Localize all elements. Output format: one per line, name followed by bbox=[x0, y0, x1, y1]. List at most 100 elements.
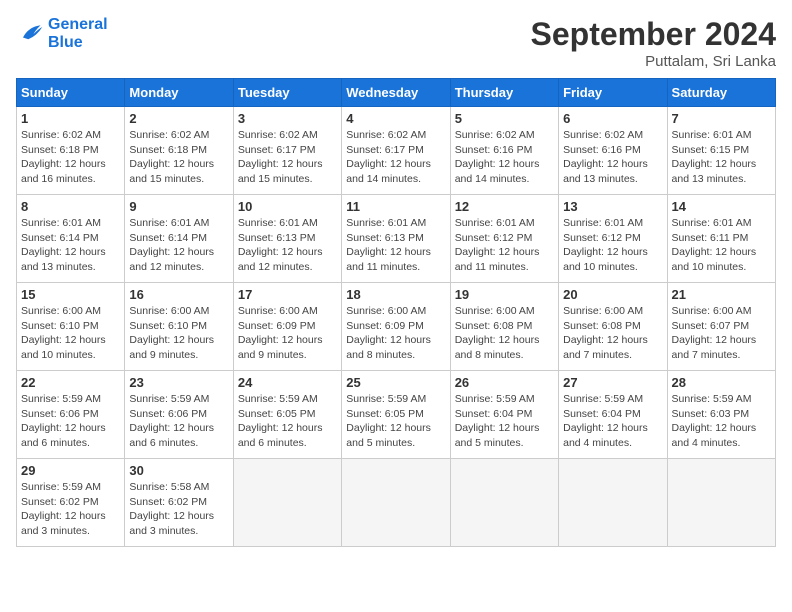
day-number: 16 bbox=[129, 287, 228, 302]
day-number: 12 bbox=[455, 199, 554, 214]
day-info: Sunrise: 5:59 AMSunset: 6:05 PMDaylight:… bbox=[238, 392, 337, 451]
calendar-day-cell: 7Sunrise: 6:01 AMSunset: 6:15 PMDaylight… bbox=[667, 107, 775, 195]
day-number: 7 bbox=[672, 111, 771, 126]
logo-text: General Blue bbox=[48, 16, 108, 52]
calendar-day-cell: 2Sunrise: 6:02 AMSunset: 6:18 PMDaylight… bbox=[125, 107, 233, 195]
calendar-day-cell: 28 Sunrise: 5:59 AMSunset: 6:03 PMDayligh… bbox=[667, 371, 775, 459]
calendar-day-cell: 16 Sunrise: 6:00 AMSunset: 6:10 PMDayligh… bbox=[125, 283, 233, 371]
day-number: 25 bbox=[346, 375, 445, 390]
calendar-day-cell: 13 Sunrise: 6:01 AMSunset: 6:12 PMDayligh… bbox=[559, 195, 667, 283]
day-info: Sunrise: 6:00 AMSunset: 6:08 PMDaylight:… bbox=[455, 304, 554, 363]
day-number: 8 bbox=[21, 199, 120, 214]
day-of-week-header: Thursday bbox=[450, 79, 558, 107]
calendar-day-cell: 11 Sunrise: 6:01 AMSunset: 6:13 PMDayligh… bbox=[342, 195, 450, 283]
day-info: Sunrise: 6:01 AMSunset: 6:14 PMDaylight:… bbox=[129, 216, 228, 275]
calendar-day-cell: 3Sunrise: 6:02 AMSunset: 6:17 PMDaylight… bbox=[233, 107, 341, 195]
calendar-header-row: SundayMondayTuesdayWednesdayThursdayFrid… bbox=[17, 79, 776, 107]
day-number: 18 bbox=[346, 287, 445, 302]
calendar-day-cell bbox=[559, 459, 667, 547]
day-info: Sunrise: 5:59 AMSunset: 6:03 PMDaylight:… bbox=[672, 392, 771, 451]
calendar-day-cell bbox=[667, 459, 775, 547]
day-number: 21 bbox=[672, 287, 771, 302]
day-info: Sunrise: 6:00 AMSunset: 6:10 PMDaylight:… bbox=[129, 304, 228, 363]
calendar-day-cell: 15Sunrise: 6:00 AMSunset: 6:10 PMDayligh… bbox=[17, 283, 125, 371]
calendar-day-cell: 24 Sunrise: 5:59 AMSunset: 6:05 PMDayligh… bbox=[233, 371, 341, 459]
day-of-week-header: Monday bbox=[125, 79, 233, 107]
calendar-day-cell: 20 Sunrise: 6:00 AMSunset: 6:08 PMDayligh… bbox=[559, 283, 667, 371]
calendar-day-cell: 30Sunrise: 5:58 AMSunset: 6:02 PMDayligh… bbox=[125, 459, 233, 547]
calendar-day-cell bbox=[342, 459, 450, 547]
calendar-day-cell: 22 Sunrise: 5:59 AMSunset: 6:06 PMDayligh… bbox=[17, 371, 125, 459]
calendar-week-row: 29 Sunrise: 5:59 AMSunset: 6:02 PMDayligh… bbox=[17, 459, 776, 547]
day-number: 24 bbox=[238, 375, 337, 390]
calendar-day-cell: 17Sunrise: 6:00 AMSunset: 6:09 PMDayligh… bbox=[233, 283, 341, 371]
day-number: 6 bbox=[563, 111, 662, 126]
day-info: Sunrise: 5:59 AMSunset: 6:06 PMDaylight:… bbox=[129, 392, 228, 451]
day-number: 11 bbox=[346, 199, 445, 214]
day-of-week-header: Sunday bbox=[17, 79, 125, 107]
day-number: 17 bbox=[238, 287, 337, 302]
calendar-day-cell: 5 Sunrise: 6:02 AMSunset: 6:16 PMDaylight… bbox=[450, 107, 558, 195]
day-info: Sunrise: 6:01 AMSunset: 6:12 PMDaylight:… bbox=[563, 216, 662, 275]
day-number: 29 bbox=[21, 463, 120, 478]
logo-icon bbox=[16, 20, 44, 48]
calendar-day-cell: 29 Sunrise: 5:59 AMSunset: 6:02 PMDayligh… bbox=[17, 459, 125, 547]
day-info: Sunrise: 5:59 AMSunset: 6:04 PMDaylight:… bbox=[563, 392, 662, 451]
title-area: September 2024 Puttalam, Sri Lanka bbox=[531, 16, 776, 70]
day-info: Sunrise: 6:02 AMSunset: 6:16 PMDaylight:… bbox=[455, 128, 554, 187]
day-info: Sunrise: 6:01 AMSunset: 6:11 PMDaylight:… bbox=[672, 216, 771, 275]
calendar-day-cell: 6 Sunrise: 6:02 AMSunset: 6:16 PMDaylight… bbox=[559, 107, 667, 195]
calendar-day-cell: 26 Sunrise: 5:59 AMSunset: 6:04 PMDayligh… bbox=[450, 371, 558, 459]
day-number: 23 bbox=[129, 375, 228, 390]
calendar-table: SundayMondayTuesdayWednesdayThursdayFrid… bbox=[16, 78, 776, 547]
day-number: 13 bbox=[563, 199, 662, 214]
calendar-day-cell: 9Sunrise: 6:01 AMSunset: 6:14 PMDaylight… bbox=[125, 195, 233, 283]
day-number: 1 bbox=[21, 111, 120, 126]
day-number: 15 bbox=[21, 287, 120, 302]
day-info: Sunrise: 6:02 AMSunset: 6:16 PMDaylight:… bbox=[563, 128, 662, 187]
day-number: 22 bbox=[21, 375, 120, 390]
day-info: Sunrise: 5:58 AMSunset: 6:02 PMDaylight:… bbox=[129, 480, 228, 539]
day-info: Sunrise: 5:59 AMSunset: 6:04 PMDaylight:… bbox=[455, 392, 554, 451]
calendar-day-cell: 10 Sunrise: 6:01 AMSunset: 6:13 PMDayligh… bbox=[233, 195, 341, 283]
day-info: Sunrise: 6:00 AMSunset: 6:07 PMDaylight:… bbox=[672, 304, 771, 363]
calendar-day-cell: 14Sunrise: 6:01 AMSunset: 6:11 PMDayligh… bbox=[667, 195, 775, 283]
day-info: Sunrise: 6:01 AMSunset: 6:13 PMDaylight:… bbox=[238, 216, 337, 275]
calendar-week-row: 8 Sunrise: 6:01 AMSunset: 6:14 PMDaylight… bbox=[17, 195, 776, 283]
day-info: Sunrise: 6:02 AMSunset: 6:18 PMDaylight:… bbox=[129, 128, 228, 187]
calendar-week-row: 22 Sunrise: 5:59 AMSunset: 6:06 PMDayligh… bbox=[17, 371, 776, 459]
calendar-day-cell: 12 Sunrise: 6:01 AMSunset: 6:12 PMDayligh… bbox=[450, 195, 558, 283]
day-number: 26 bbox=[455, 375, 554, 390]
day-number: 20 bbox=[563, 287, 662, 302]
day-info: Sunrise: 6:02 AMSunset: 6:17 PMDaylight:… bbox=[238, 128, 337, 187]
calendar-week-row: 15 Sunrise: 6:00 AMSunset: 6:10 PMDayligh… bbox=[17, 283, 776, 371]
calendar-day-cell: 23 Sunrise: 5:59 AMSunset: 6:06 PMDayligh… bbox=[125, 371, 233, 459]
calendar-day-cell: 25 Sunrise: 5:59 AMSunset: 6:05 PMDayligh… bbox=[342, 371, 450, 459]
day-number: 27 bbox=[563, 375, 662, 390]
calendar-day-cell: 21 Sunrise: 6:00 AMSunset: 6:07 PMDayligh… bbox=[667, 283, 775, 371]
day-info: Sunrise: 5:59 AMSunset: 6:02 PMDaylight:… bbox=[21, 480, 120, 539]
location-subtitle: Puttalam, Sri Lanka bbox=[531, 53, 776, 70]
calendar-day-cell: 27 Sunrise: 5:59 AMSunset: 6:04 PMDayligh… bbox=[559, 371, 667, 459]
day-number: 5 bbox=[455, 111, 554, 126]
day-info: Sunrise: 6:02 AMSunset: 6:18 PMDaylight:… bbox=[21, 128, 120, 187]
calendar-day-cell: 8 Sunrise: 6:01 AMSunset: 6:14 PMDaylight… bbox=[17, 195, 125, 283]
day-of-week-header: Saturday bbox=[667, 79, 775, 107]
day-info: Sunrise: 6:00 AMSunset: 6:08 PMDaylight:… bbox=[563, 304, 662, 363]
day-info: Sunrise: 6:01 AMSunset: 6:13 PMDaylight:… bbox=[346, 216, 445, 275]
calendar-day-cell: 18Sunrise: 6:00 AMSunset: 6:09 PMDayligh… bbox=[342, 283, 450, 371]
day-number: 4 bbox=[346, 111, 445, 126]
day-number: 28 bbox=[672, 375, 771, 390]
day-info: Sunrise: 5:59 AMSunset: 6:06 PMDaylight:… bbox=[21, 392, 120, 451]
day-of-week-header: Wednesday bbox=[342, 79, 450, 107]
day-number: 10 bbox=[238, 199, 337, 214]
calendar-day-cell bbox=[450, 459, 558, 547]
day-info: Sunrise: 6:01 AMSunset: 6:12 PMDaylight:… bbox=[455, 216, 554, 275]
logo: General Blue bbox=[16, 16, 108, 52]
calendar-day-cell: 4Sunrise: 6:02 AMSunset: 6:17 PMDaylight… bbox=[342, 107, 450, 195]
page-header: General Blue September 2024 Puttalam, Sr… bbox=[16, 16, 776, 70]
day-info: Sunrise: 5:59 AMSunset: 6:05 PMDaylight:… bbox=[346, 392, 445, 451]
day-info: Sunrise: 6:01 AMSunset: 6:14 PMDaylight:… bbox=[21, 216, 120, 275]
calendar-week-row: 1 Sunrise: 6:02 AMSunset: 6:18 PMDaylight… bbox=[17, 107, 776, 195]
day-of-week-header: Friday bbox=[559, 79, 667, 107]
